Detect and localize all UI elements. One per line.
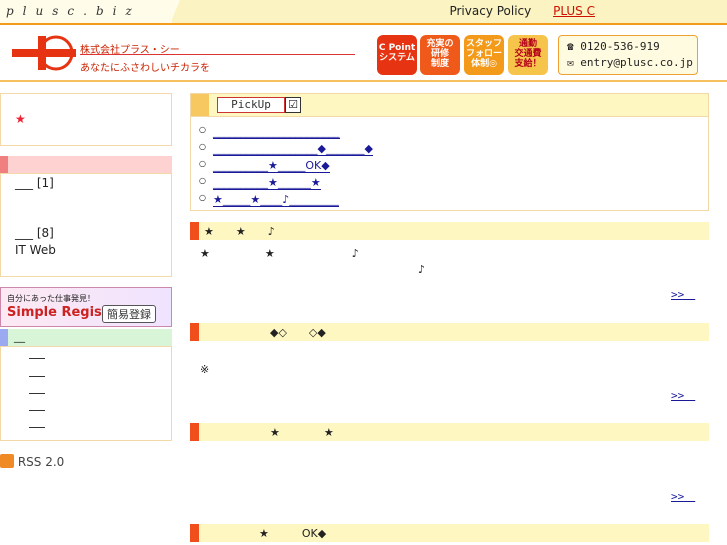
pickup-link[interactable]: ★_____★____♪_________ <box>213 193 339 207</box>
badge-line: スタッフ <box>465 39 502 49</box>
top-links: Privacy Policy PLUS C <box>431 4 595 18</box>
sidebar-list-header: __ <box>0 329 172 346</box>
checkbox-icon: ☑ <box>285 97 301 113</box>
phone-number[interactable]: 0120-536-919 <box>580 40 659 53</box>
pickup-link[interactable]: __________★_____OK◆ <box>213 159 330 173</box>
section-header: ★ ★ ♪ <box>190 222 709 240</box>
pickup-item[interactable]: ★_____★____♪_________ <box>199 193 339 210</box>
contact-box: ☎ 0120-536-919 ✉ entry@plusc.co.jp <box>558 35 698 75</box>
badge-line: システム <box>379 53 415 63</box>
category-link[interactable]: IT Web <box>15 243 56 257</box>
section-text: ★ ★ ♪ <box>200 247 359 260</box>
logo-rule <box>80 54 355 55</box>
badge-line: 支給！ <box>514 59 542 69</box>
badge-line: フォロー <box>465 49 502 59</box>
badge-line: 交通費 <box>514 49 542 59</box>
section-marker <box>190 524 199 542</box>
pickup-label: PickUp <box>217 97 285 113</box>
list-header-label: __ <box>14 330 25 343</box>
topbar-slope <box>170 0 180 24</box>
section-title[interactable]: ★ OK◆ <box>204 525 326 541</box>
section-text: ♪ <box>418 263 426 276</box>
pickup-item[interactable]: _______________________ <box>199 125 340 142</box>
category-link[interactable]: ___ [8] <box>15 226 54 240</box>
badge-line: C Point <box>378 43 416 53</box>
header-marker <box>0 329 8 346</box>
pickup-item[interactable]: __________★______★ <box>199 176 321 193</box>
rss-icon <box>0 454 14 468</box>
tagline: あなたにふさわしいチカラを <box>80 63 210 74</box>
more-link[interactable]: >> <box>671 488 695 504</box>
header-divider <box>0 23 727 25</box>
header-bottom-line <box>0 80 727 82</box>
more-link[interactable]: >> <box>671 286 695 302</box>
list-item[interactable] <box>29 410 45 411</box>
list-item[interactable] <box>29 376 45 377</box>
site-name: plusc.biz <box>0 0 172 24</box>
more-link[interactable]: >> <box>671 387 695 403</box>
category-link[interactable]: ___ [1] <box>15 176 54 190</box>
badge-line: 充実の <box>426 39 454 49</box>
section-marker <box>190 323 199 341</box>
star-icon: ★ <box>15 112 26 126</box>
simple-regist-banner[interactable]: 自分にあった仕事発見！ Simple Regist 簡易登録 <box>0 287 172 327</box>
section-text: ※ <box>200 363 210 376</box>
banner-caption: 自分にあった仕事発見！ <box>7 294 95 303</box>
email-address[interactable]: entry@plusc.co.jp <box>580 56 693 69</box>
sidebar-category-box: ___ [1] ___ [8] IT Web <box>0 173 172 277</box>
sidebar-box-top: ★ <box>0 93 172 146</box>
logo-icon[interactable] <box>12 34 76 72</box>
banner-button[interactable]: 簡易登録 <box>102 305 156 323</box>
list-item[interactable] <box>29 393 45 394</box>
pickup-link[interactable]: __________★______★ <box>213 176 321 190</box>
badge-c-point[interactable]: C Point システム <box>377 35 417 75</box>
pickup-item[interactable]: ___________________◆_______◆ <box>199 142 373 159</box>
section-title[interactable]: ◆◇ ◇◆ <box>204 324 326 340</box>
section-header: ★ OK◆ <box>190 524 709 542</box>
badge-line: 研修 <box>430 49 449 59</box>
phone-icon: ☎ <box>567 40 581 53</box>
pickup-link[interactable]: _______________________ <box>213 125 340 139</box>
sidebar-list-box <box>0 346 172 441</box>
header-marker <box>0 156 8 173</box>
sidebar-category-header <box>0 156 172 173</box>
list-item[interactable] <box>29 427 45 428</box>
pickup-header: PickUp ☑ <box>190 93 709 117</box>
banner-title: Simple Regist <box>7 305 109 320</box>
badge-line: 制度 <box>430 59 449 69</box>
rss-feed[interactable]: RSS 2.0 <box>0 454 64 469</box>
pickup-marker <box>191 94 209 116</box>
pickup-link[interactable]: ___________________◆_______◆ <box>213 142 373 156</box>
section-title[interactable]: ★ ★ <box>204 424 334 440</box>
section-header: ◆◇ ◇◆ <box>190 323 709 341</box>
pickup-list: _______________________ ________________… <box>190 117 709 211</box>
list-item[interactable] <box>29 358 45 359</box>
badge-line: 通勤 <box>518 39 537 49</box>
plusc-link[interactable]: PLUS C <box>553 4 595 18</box>
badge-training[interactable]: 充実の 研修 制度 <box>420 35 460 75</box>
section-marker <box>190 222 199 240</box>
section-marker <box>190 423 199 441</box>
badge-staff-follow[interactable]: スタッフ フォロー 体制◎ <box>464 35 504 75</box>
section-title[interactable]: ★ ★ ♪ <box>204 223 275 239</box>
section-header: ★ ★ <box>190 423 709 441</box>
badge-line: 体制◎ <box>471 59 497 69</box>
badge-commute[interactable]: 通勤 交通費 支給！ <box>508 35 548 75</box>
privacy-policy-link[interactable]: Privacy Policy <box>449 4 531 18</box>
pickup-item[interactable]: __________★_____OK◆ <box>199 159 330 176</box>
rss-link[interactable]: RSS 2.0 <box>18 455 64 469</box>
mail-icon: ✉ <box>567 56 581 69</box>
